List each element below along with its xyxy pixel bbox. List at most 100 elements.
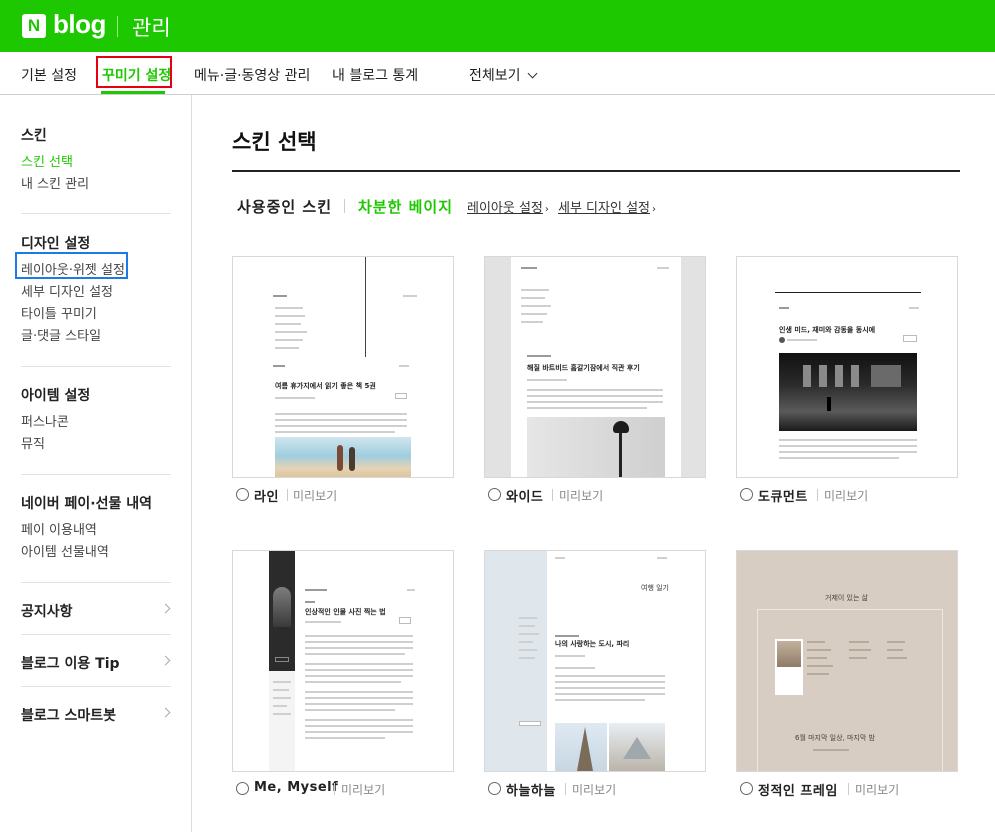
thumb-decor (273, 705, 287, 707)
tab-blog-stats[interactable]: 내 블로그 통계 (332, 65, 418, 85)
sidebar-item-personacon[interactable]: 퍼스나콘 (21, 411, 69, 430)
header-divider (117, 16, 118, 37)
sidebar-divider (21, 366, 171, 367)
thumb-decor (519, 721, 541, 726)
thumb-decor (909, 307, 919, 309)
sidebar-link-smartbot[interactable]: 블로그 스마트봇 (21, 705, 116, 725)
title-divider (232, 170, 960, 172)
thumb-decor (851, 365, 859, 387)
thumb-decor (519, 625, 535, 627)
skin-radio-line[interactable] (236, 488, 249, 501)
thumb-decor (305, 647, 413, 649)
preview-link-static-frame[interactable]: 미리보기 (855, 781, 899, 798)
sidebar-link-tips[interactable]: 블로그 이용 Tip (21, 653, 120, 673)
naver-logo-icon[interactable]: N (22, 14, 46, 38)
thumb-decor (275, 657, 289, 662)
skin-thumbnail-document[interactable]: 인생 미드, 재미와 감동을 동시에 (736, 256, 958, 478)
skin-thumbnail-me-myself[interactable]: 인상적인 인물 사진 찍는 법 (232, 550, 454, 772)
sidebar-item-pay-history[interactable]: 페이 이용내역 (21, 519, 97, 538)
thumb-decor (399, 365, 409, 367)
thumb-decor (275, 397, 315, 399)
skin-separator (848, 783, 849, 795)
tab-basic-settings[interactable]: 기본 설정 (21, 65, 77, 85)
thumb-decor (779, 457, 899, 459)
thumb-decor (273, 681, 291, 683)
thumb-banner: 여행 일기 (641, 584, 669, 592)
portrait-photo (273, 587, 291, 627)
thumb-decor (527, 407, 647, 409)
thumb-decor (395, 393, 407, 399)
sidebar-divider (21, 474, 171, 475)
skin-thumbnail-static-frame[interactable]: 거제이 있는 삶 6월 마지막 일상, 마지막 밤 (736, 550, 958, 772)
thumb-decor (849, 641, 869, 643)
skin-separator (565, 783, 566, 795)
thumb-decor (521, 297, 545, 299)
thumb-title: 인상적인 인물 사진 찍는 법 (305, 608, 386, 616)
sidebar-item-music[interactable]: 뮤직 (21, 433, 45, 452)
louvre-photo (609, 723, 665, 771)
sidebar-item-my-skin[interactable]: 내 스킨 관리 (21, 173, 89, 192)
thumb-decor (807, 657, 827, 659)
thumb-decor (273, 365, 285, 367)
blog-logo-text[interactable]: blog (53, 9, 106, 40)
thumb-decor (521, 321, 543, 323)
thumb-decor (365, 257, 366, 357)
thumb-decor (555, 681, 665, 683)
sidebar-heading-skin: 스킨 (21, 128, 47, 144)
skin-name-line: 라인 (254, 490, 279, 505)
layout-settings-link[interactable]: 레이아웃 설정 › (467, 197, 549, 216)
active-tab-underline (101, 91, 165, 94)
preview-link-me-myself[interactable]: 미리보기 (341, 781, 385, 798)
thumb-decor (835, 365, 843, 387)
chevron-right-icon (160, 603, 171, 614)
thumb-decor (775, 292, 921, 293)
skin-name-wide: 와이드 (506, 490, 544, 505)
preview-link-haneul[interactable]: 미리보기 (572, 781, 616, 798)
sidebar-item-post-comment-style[interactable]: 글·댓글 스타일 (21, 325, 101, 344)
thumb-title: 해질 바트비드 홈갈기잠에서 직관 후기 (527, 364, 640, 372)
thumb-decor (807, 665, 833, 667)
sidebar-item-layout-widget[interactable]: 레이아웃·위젯 설정 (21, 259, 125, 278)
skin-radio-haneul[interactable] (488, 782, 501, 795)
preview-link-document[interactable]: 미리보기 (824, 487, 868, 504)
detail-design-link[interactable]: 세부 디자인 설정 › (558, 197, 656, 216)
tab-view-all[interactable]: 전체보기 (469, 65, 537, 85)
sidebar-item-skin-select[interactable]: 스킨 선택 (21, 151, 73, 170)
preview-link-wide[interactable]: 미리보기 (559, 487, 603, 504)
skin-radio-me-myself[interactable] (236, 782, 249, 795)
arrow-right-icon: › (652, 204, 656, 215)
preview-link-line[interactable]: 미리보기 (293, 487, 337, 504)
sidebar-item-detail-design[interactable]: 세부 디자인 설정 (21, 281, 113, 300)
thumb-banner: 거제이 있는 삶 (825, 594, 869, 602)
sidebar-item-title-decorate[interactable]: 타이틀 꾸미기 (21, 303, 97, 322)
thumb-decor (275, 331, 307, 333)
skin-thumbnail-line[interactable]: 여름 휴가지에서 읽기 좋은 책 5권 (232, 256, 454, 478)
thumb-decor (779, 307, 789, 309)
thumb-decor (787, 339, 817, 341)
thumb-title: 나의 사랑하는 도시, 파리 (555, 640, 630, 648)
lamp-photo (527, 417, 665, 477)
thumb-decor (519, 617, 537, 619)
thumb-decor (349, 447, 355, 471)
thumb-decor (399, 617, 411, 624)
sidebar-item-gift-history[interactable]: 아이템 선물내역 (21, 541, 109, 560)
tab-menu-post-video[interactable]: 메뉴·글·동영상 관리 (194, 65, 310, 85)
thumb-decor (305, 675, 413, 677)
sidebar-divider (21, 634, 171, 635)
thumb-decor (521, 267, 537, 269)
thumb-decor (887, 657, 907, 659)
sidebar-link-notice[interactable]: 공지사항 (21, 601, 73, 621)
skin-thumbnail-haneul[interactable]: 여행 일기 나의 사랑하는 도시, 파리 (484, 550, 706, 772)
skin-radio-document[interactable] (740, 488, 753, 501)
thumb-decor (807, 673, 829, 675)
layout-settings-link-text: 레이아웃 설정 (467, 201, 543, 216)
sidebar: 스킨 스킨 선택 내 스킨 관리 디자인 설정 레이아웃·위젯 설정 세부 디자… (0, 95, 192, 832)
sidebar-heading-design: 디자인 설정 (21, 236, 91, 252)
skin-thumbnail-wide[interactable]: 해질 바트비드 홈갈기잠에서 직관 후기 (484, 256, 706, 478)
tab-decoration-settings[interactable]: 꾸미기 설정 (102, 65, 171, 85)
top-header: N blog 관리 (0, 0, 995, 52)
thumb-decor (527, 389, 663, 391)
skin-radio-wide[interactable] (488, 488, 501, 501)
skin-radio-static-frame[interactable] (740, 782, 753, 795)
thumb-decor (407, 589, 415, 591)
